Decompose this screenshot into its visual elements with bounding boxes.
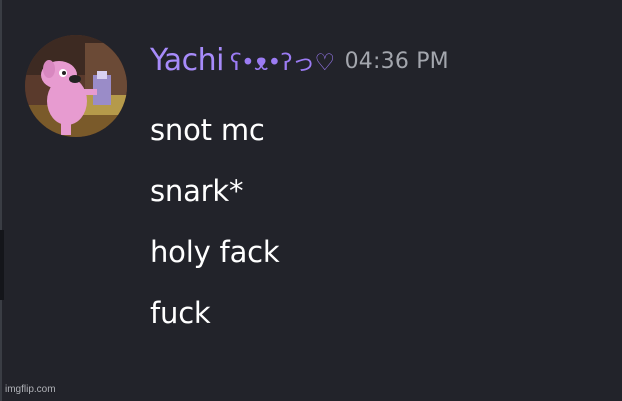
message-text[interactable]: fuck [150, 283, 279, 344]
window-edge-shadow [0, 230, 4, 300]
avatar-image [25, 35, 127, 137]
message-text[interactable]: holy fack [150, 222, 280, 283]
message-list: snot mc snark* holy fack fuck [150, 100, 280, 344]
message-text[interactable]: snot mc [150, 100, 279, 161]
username[interactable]: Yachi [150, 43, 224, 78]
username-decoration[interactable]: ʕ•ᴥ•ʔっ♡ [230, 43, 335, 77]
avatar[interactable] [25, 35, 127, 137]
timestamp[interactable]: 04:36 PM [345, 49, 449, 74]
watermark: imgflip.com [5, 384, 56, 395]
message-text[interactable]: snark* [150, 161, 279, 222]
message-header: Yachi ʕ•ᴥ•ʔっ♡ 04:36 PM [150, 38, 449, 82]
